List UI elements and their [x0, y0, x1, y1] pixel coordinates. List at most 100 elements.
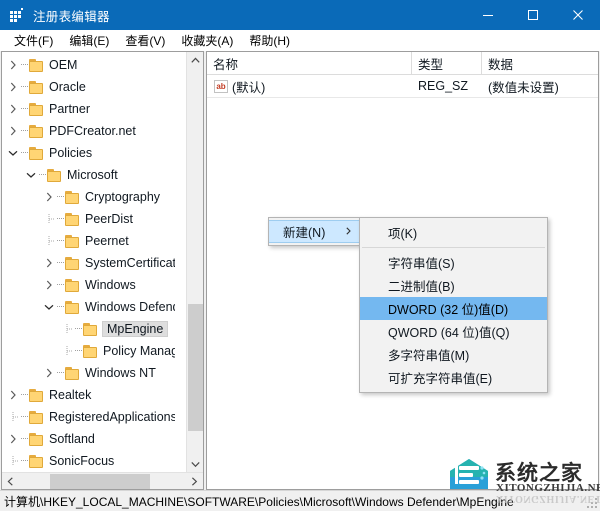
tree-connector: [21, 416, 28, 418]
tree-item-partner[interactable]: Partner: [2, 98, 175, 120]
scroll-left-icon[interactable]: [2, 473, 19, 489]
tree-horizontal-scroll-thumb[interactable]: [50, 474, 150, 489]
context-submenu-item-new-qword-64[interactable]: QWORD (64 位)值(Q): [360, 320, 547, 343]
tree-item-label: PeerDist: [85, 212, 133, 226]
column-header-type[interactable]: 类型: [412, 52, 482, 75]
folder-icon: [83, 344, 98, 358]
tree-item-registeredapplications[interactable]: RegisteredApplications: [2, 406, 175, 428]
tree-connector: [57, 262, 64, 264]
chevron-right-icon[interactable]: [5, 120, 21, 142]
minimize-button[interactable]: [465, 0, 510, 30]
tree-item-label: SonicFocus: [49, 454, 115, 468]
tree-item-softland[interactable]: Softland: [2, 428, 175, 450]
folder-icon: [29, 58, 44, 72]
tree-item-label: Policy Manager: [103, 344, 175, 358]
scroll-down-icon[interactable]: [187, 456, 203, 473]
context-submenu-item-new-multi-string[interactable]: 多字符串值(M): [360, 343, 547, 366]
tree-item-policy-manager[interactable]: Policy Manager: [2, 340, 175, 362]
tree-item-label: Oracle: [49, 80, 86, 94]
folder-icon: [65, 278, 80, 292]
chevron-down-icon[interactable]: [23, 164, 39, 186]
column-header-data[interactable]: 数据: [482, 52, 598, 75]
menu-file[interactable]: 文件(F): [6, 30, 61, 51]
menu-bar: 文件(F) 编辑(E) 查看(V) 收藏夹(A) 帮助(H): [0, 30, 600, 51]
tree-item-cryptography[interactable]: Cryptography: [2, 186, 175, 208]
tree-item-oem[interactable]: OEM: [2, 54, 175, 76]
tree-connector: [57, 372, 64, 374]
maximize-button[interactable]: [510, 0, 555, 30]
close-button[interactable]: [555, 0, 600, 30]
chevron-down-icon[interactable]: [41, 296, 57, 318]
chevron-right-icon[interactable]: [41, 186, 57, 208]
menu-edit[interactable]: 编辑(E): [61, 30, 117, 51]
tree-connector: [21, 152, 28, 154]
registry-tree[interactable]: OEM Oracle Partner PDFCreator.net Policies Mi…: [2, 52, 175, 473]
tree-item-policies[interactable]: Policies: [2, 142, 175, 164]
chevron-right-icon[interactable]: [5, 428, 21, 450]
menu-favorites[interactable]: 收藏夹(A): [173, 30, 241, 51]
tree-leaf-spacer: [41, 230, 57, 252]
tree-item-label: OEM: [49, 58, 78, 72]
context-submenu-item-new-dword-32[interactable]: DWORD (32 位)值(D): [360, 297, 547, 320]
title-bar[interactable]: 注册表编辑器: [0, 0, 600, 30]
chevron-right-icon[interactable]: [41, 252, 57, 274]
value-name-cell[interactable]: ab (默认): [207, 75, 412, 98]
scroll-up-icon[interactable]: [187, 52, 203, 69]
string-value-icon: ab: [214, 79, 228, 93]
context-submenu-separator: [362, 247, 545, 248]
context-submenu-item-new-expandable-string[interactable]: 可扩充字符串值(E): [360, 366, 547, 389]
chevron-right-icon[interactable]: [5, 384, 21, 406]
chevron-right-icon[interactable]: [41, 362, 57, 384]
tree-connector: [57, 240, 64, 242]
context-submenu-item-label: 二进制值(B): [388, 280, 455, 294]
folder-icon: [65, 190, 80, 204]
tree-item-systemcertificates[interactable]: SystemCertificates: [2, 252, 175, 274]
tree-item-windows-nt[interactable]: Windows NT: [2, 362, 175, 384]
chevron-right-icon[interactable]: [5, 54, 21, 76]
status-path: 计算机\HKEY_LOCAL_MACHINE\SOFTWARE\Policies…: [4, 494, 514, 509]
context-submenu-item-new-binary-value[interactable]: 二进制值(B): [360, 274, 547, 297]
folder-icon: [65, 366, 80, 380]
context-submenu-item-new-string-value[interactable]: 字符串值(S): [360, 251, 547, 274]
tree-item-realtek[interactable]: Realtek: [2, 384, 175, 406]
context-menu: 新建(N): [268, 217, 360, 246]
tree-connector: [21, 394, 28, 396]
tree-vertical-scroll-thumb[interactable]: [188, 304, 203, 431]
tree-item-label: Windows NT: [85, 366, 156, 380]
context-submenu-item-label: 项(K): [388, 227, 418, 241]
tree-item-label: Realtek: [49, 388, 92, 402]
tree-item-sonicfocus[interactable]: SonicFocus: [2, 450, 175, 472]
table-row[interactable]: ab (默认) REG_SZ (数值未设置): [207, 75, 598, 98]
registry-icon: [9, 7, 25, 23]
value-type-cell[interactable]: REG_SZ: [412, 75, 482, 98]
chevron-right-icon[interactable]: [41, 274, 57, 296]
value-data-cell[interactable]: (数值未设置): [482, 75, 598, 98]
tree-connector: [21, 86, 28, 88]
tree-horizontal-scrollbar[interactable]: [2, 472, 203, 489]
chevron-right-icon[interactable]: [5, 76, 21, 98]
tree-item-pdfcreator-net[interactable]: PDFCreator.net: [2, 120, 175, 142]
tree-item-label: Cryptography: [85, 190, 161, 204]
chevron-right-icon: [346, 226, 351, 238]
tree-vertical-scrollbar[interactable]: [186, 52, 203, 473]
tree-item-windows-defender[interactable]: Windows Defender: [2, 296, 175, 318]
context-submenu-item-new-key[interactable]: 项(K): [360, 221, 547, 244]
tree-item-mpengine[interactable]: MpEngine: [2, 318, 175, 340]
tree-item-microsoft[interactable]: Microsoft: [2, 164, 175, 186]
column-header-name[interactable]: 名称: [207, 52, 412, 75]
chevron-right-icon[interactable]: [5, 98, 21, 120]
tree-item-peerdist[interactable]: PeerDist: [2, 208, 175, 230]
folder-icon: [65, 256, 80, 270]
tree-connector: [21, 438, 28, 440]
tree-item-oracle[interactable]: Oracle: [2, 76, 175, 98]
folder-icon: [29, 124, 44, 138]
resize-grip-icon[interactable]: [587, 498, 597, 508]
chevron-down-icon[interactable]: [5, 142, 21, 164]
tree-connector: [75, 328, 82, 330]
tree-item-peernet[interactable]: Peernet: [2, 230, 175, 252]
tree-item-windows[interactable]: Windows: [2, 274, 175, 296]
menu-view[interactable]: 查看(V): [117, 30, 173, 51]
menu-help[interactable]: 帮助(H): [241, 30, 298, 51]
scroll-right-icon[interactable]: [186, 473, 203, 489]
context-menu-item-new[interactable]: 新建(N): [269, 220, 359, 243]
